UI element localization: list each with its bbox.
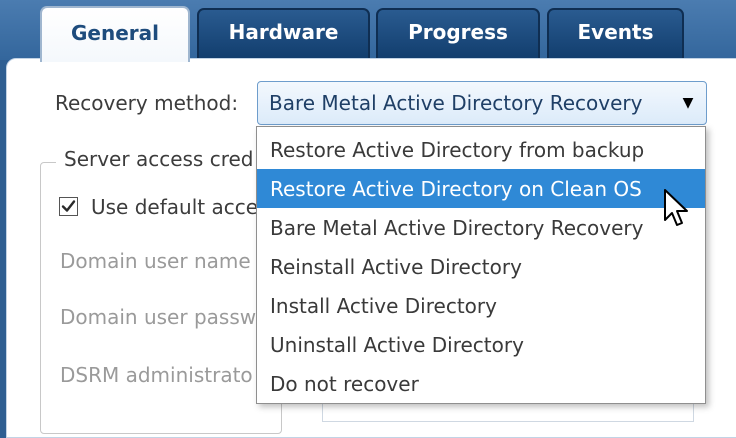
recovery-method-combobox[interactable]: Bare Metal Active Directory Recovery ▼ bbox=[257, 81, 707, 125]
use-default-label: Use default acce bbox=[91, 195, 259, 219]
domain-user-name-label: Domain user name bbox=[60, 249, 251, 273]
use-default-checkbox[interactable] bbox=[59, 197, 78, 216]
recovery-method-label: Recovery method: bbox=[55, 91, 239, 115]
option-reinstall-ad[interactable]: Reinstall Active Directory bbox=[257, 247, 705, 286]
option-restore-on-clean-os[interactable]: Restore Active Directory on Clean OS bbox=[257, 169, 705, 208]
tab-events[interactable]: Events bbox=[547, 8, 684, 58]
recovery-method-selected: Bare Metal Active Directory Recovery bbox=[269, 91, 643, 115]
tab-strip: General Hardware Progress Events bbox=[0, 0, 736, 62]
server-access-group-label: Server access cred bbox=[56, 147, 262, 171]
option-do-not-recover[interactable]: Do not recover bbox=[257, 364, 705, 403]
dsrm-administrator-label: DSRM administrato bbox=[60, 363, 253, 387]
tab-general[interactable]: General bbox=[40, 6, 190, 62]
mouse-pointer-icon bbox=[664, 189, 688, 226]
option-install-ad[interactable]: Install Active Directory bbox=[257, 286, 705, 325]
dropdown-arrow-icon[interactable]: ▼ bbox=[670, 95, 706, 111]
option-uninstall-ad[interactable]: Uninstall Active Directory bbox=[257, 325, 705, 364]
tab-hardware[interactable]: Hardware bbox=[197, 8, 370, 58]
recovery-method-dropdown-list: Restore Active Directory from backup Res… bbox=[256, 126, 706, 404]
domain-user-password-label: Domain user passw bbox=[60, 305, 257, 329]
option-restore-from-backup[interactable]: Restore Active Directory from backup bbox=[257, 130, 705, 169]
option-bare-metal-recovery[interactable]: Bare Metal Active Directory Recovery bbox=[257, 208, 705, 247]
checkmark-icon bbox=[61, 200, 76, 212]
tab-progress[interactable]: Progress bbox=[376, 8, 540, 58]
